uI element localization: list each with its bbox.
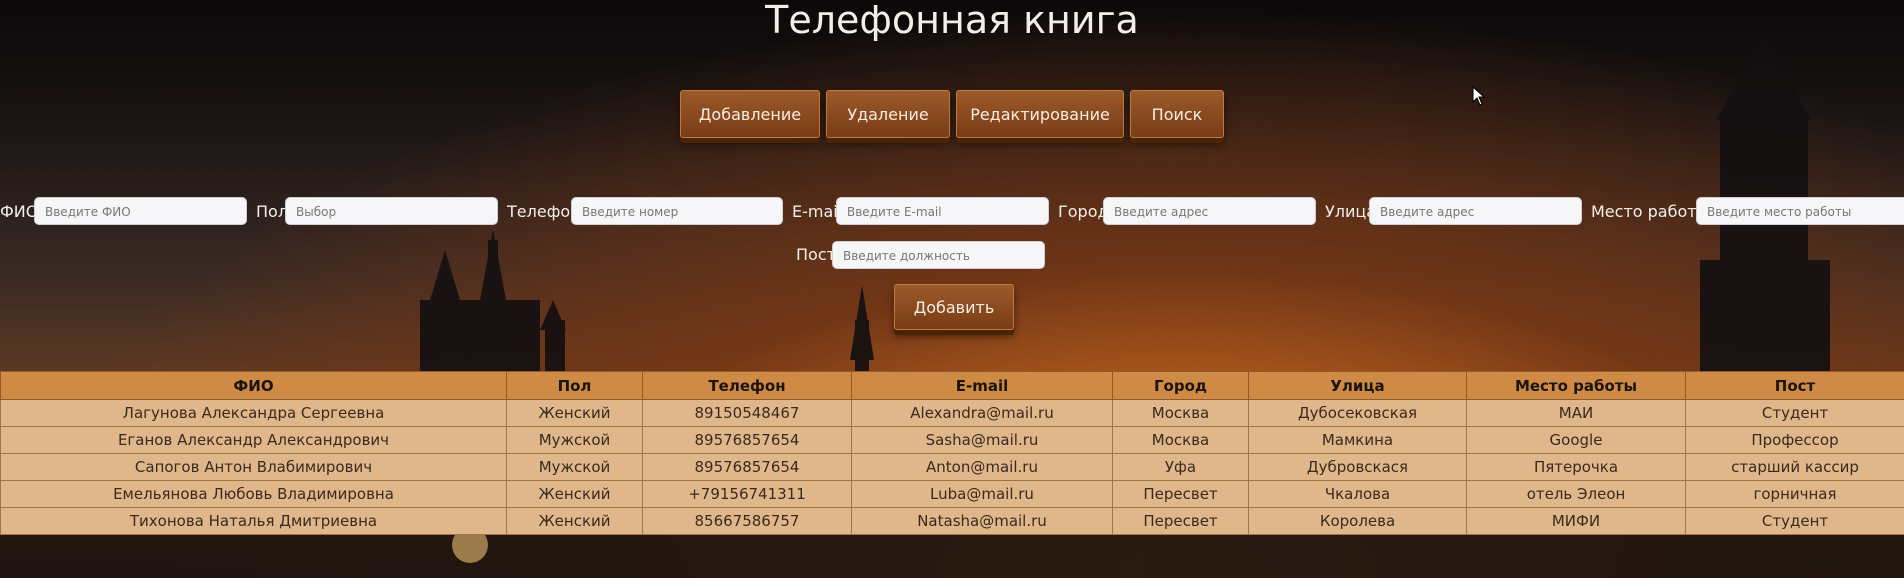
work-label: Место работы <box>1591 202 1710 221</box>
table-row[interactable]: Емельянова Любовь Владимировна Женский +… <box>0 480 1904 508</box>
tab-search[interactable]: Поиск <box>1130 90 1224 138</box>
tab-add[interactable]: Добавление <box>680 90 820 138</box>
column-header[interactable]: E-mail <box>851 371 1113 400</box>
cell-post: Студент <box>1685 507 1904 535</box>
column-header[interactable]: Улица <box>1248 371 1467 400</box>
street-input[interactable]: Введите адрес <box>1369 197 1582 225</box>
email-label: E-mail <box>792 202 843 221</box>
page-title: Телефонная книга <box>765 0 1139 42</box>
add-button[interactable]: Добавить <box>894 284 1014 330</box>
cell-city: Москва <box>1112 399 1249 427</box>
cell-gender: Женский <box>506 399 643 427</box>
tab-bar: Добавление Удаление Редактирование Поиск <box>0 90 1904 138</box>
cell-phone: 89576857654 <box>642 453 852 481</box>
cell-phone: 89576857654 <box>642 426 852 454</box>
cell-city: Уфа <box>1112 453 1249 481</box>
phone-label: Телефон <box>507 202 581 221</box>
table-row[interactable]: Еганов Александр Александрович Мужской 8… <box>0 426 1904 454</box>
cell-post: горничная <box>1685 480 1904 508</box>
cell-city: Москва <box>1112 426 1249 454</box>
cell-fio: Лагунова Александра Сергеевна <box>0 399 507 427</box>
fio-input[interactable]: Введите ФИО <box>34 197 247 225</box>
cell-street: Королева <box>1248 507 1467 535</box>
table-row[interactable]: Лагунова Александра Сергеевна Женский 89… <box>0 399 1904 427</box>
cell-gender: Мужской <box>506 426 643 454</box>
cell-street: Мамкина <box>1248 426 1467 454</box>
cell-work: МАИ <box>1466 399 1686 427</box>
column-header[interactable]: Пол <box>506 371 643 400</box>
cell-phone: 85667586757 <box>642 507 852 535</box>
mouse-cursor-icon <box>1472 86 1486 106</box>
work-input[interactable]: Введите место работы <box>1696 197 1904 225</box>
fio-label: ФИО <box>0 202 39 221</box>
phone-input[interactable]: Введите номер <box>571 197 783 225</box>
gender-label: Пол <box>256 202 289 221</box>
column-header[interactable]: Место работы <box>1466 371 1686 400</box>
cell-email: Luba@mail.ru <box>851 480 1113 508</box>
cell-post: старший кассир <box>1685 453 1904 481</box>
cell-fio: Еганов Александр Александрович <box>0 426 507 454</box>
cell-street: Чкалова <box>1248 480 1467 508</box>
cell-gender: Мужской <box>506 453 643 481</box>
cell-email: Anton@mail.ru <box>851 453 1113 481</box>
city-label: Город <box>1058 202 1109 221</box>
cell-city: Пересвет <box>1112 480 1249 508</box>
cell-phone: +79156741311 <box>642 480 852 508</box>
contacts-table: ФИО Пол Телефон E-mail Город Улица Место… <box>0 371 1904 535</box>
cell-email: Alexandra@mail.ru <box>851 399 1113 427</box>
cell-street: Дубровскася <box>1248 453 1467 481</box>
post-input[interactable]: Введите должность <box>832 241 1045 269</box>
cell-post: Студент <box>1685 399 1904 427</box>
add-form: ФИО Введите ФИО Пол Выбор Телефон Введит… <box>0 197 1904 227</box>
column-header[interactable]: Телефон <box>642 371 852 400</box>
cell-work: МИФИ <box>1466 507 1686 535</box>
cell-email: Natasha@mail.ru <box>851 507 1113 535</box>
table-row[interactable]: Сапогов Антон Влабимирович Мужской 89576… <box>0 453 1904 481</box>
cell-street: Дубосековская <box>1248 399 1467 427</box>
column-header[interactable]: Пост <box>1685 371 1904 400</box>
tab-delete[interactable]: Удаление <box>826 90 950 138</box>
cell-fio: Тихонова Наталья Дмитриевна <box>0 507 507 535</box>
cell-email: Sasha@mail.ru <box>851 426 1113 454</box>
cell-gender: Женский <box>506 480 643 508</box>
table-header-row: ФИО Пол Телефон E-mail Город Улица Место… <box>0 371 1904 400</box>
gender-select[interactable]: Выбор <box>285 197 498 225</box>
cell-phone: 89150548467 <box>642 399 852 427</box>
city-input[interactable]: Введите адрес <box>1103 197 1316 225</box>
column-header[interactable]: ФИО <box>0 371 507 400</box>
cell-fio: Сапогов Антон Влабимирович <box>0 453 507 481</box>
email-input[interactable]: Введите E-mail <box>836 197 1049 225</box>
cell-work: Пятерочка <box>1466 453 1686 481</box>
cell-work: Google <box>1466 426 1686 454</box>
cell-gender: Женский <box>506 507 643 535</box>
column-header[interactable]: Город <box>1112 371 1249 400</box>
cell-work: отель Элеон <box>1466 480 1686 508</box>
cell-fio: Емельянова Любовь Владимировна <box>0 480 507 508</box>
cell-post: Профессор <box>1685 426 1904 454</box>
cell-city: Пересвет <box>1112 507 1249 535</box>
tab-edit[interactable]: Редактирование <box>956 90 1124 138</box>
post-label: Пост <box>796 245 836 264</box>
table-row[interactable]: Тихонова Наталья Дмитриевна Женский 8566… <box>0 507 1904 535</box>
